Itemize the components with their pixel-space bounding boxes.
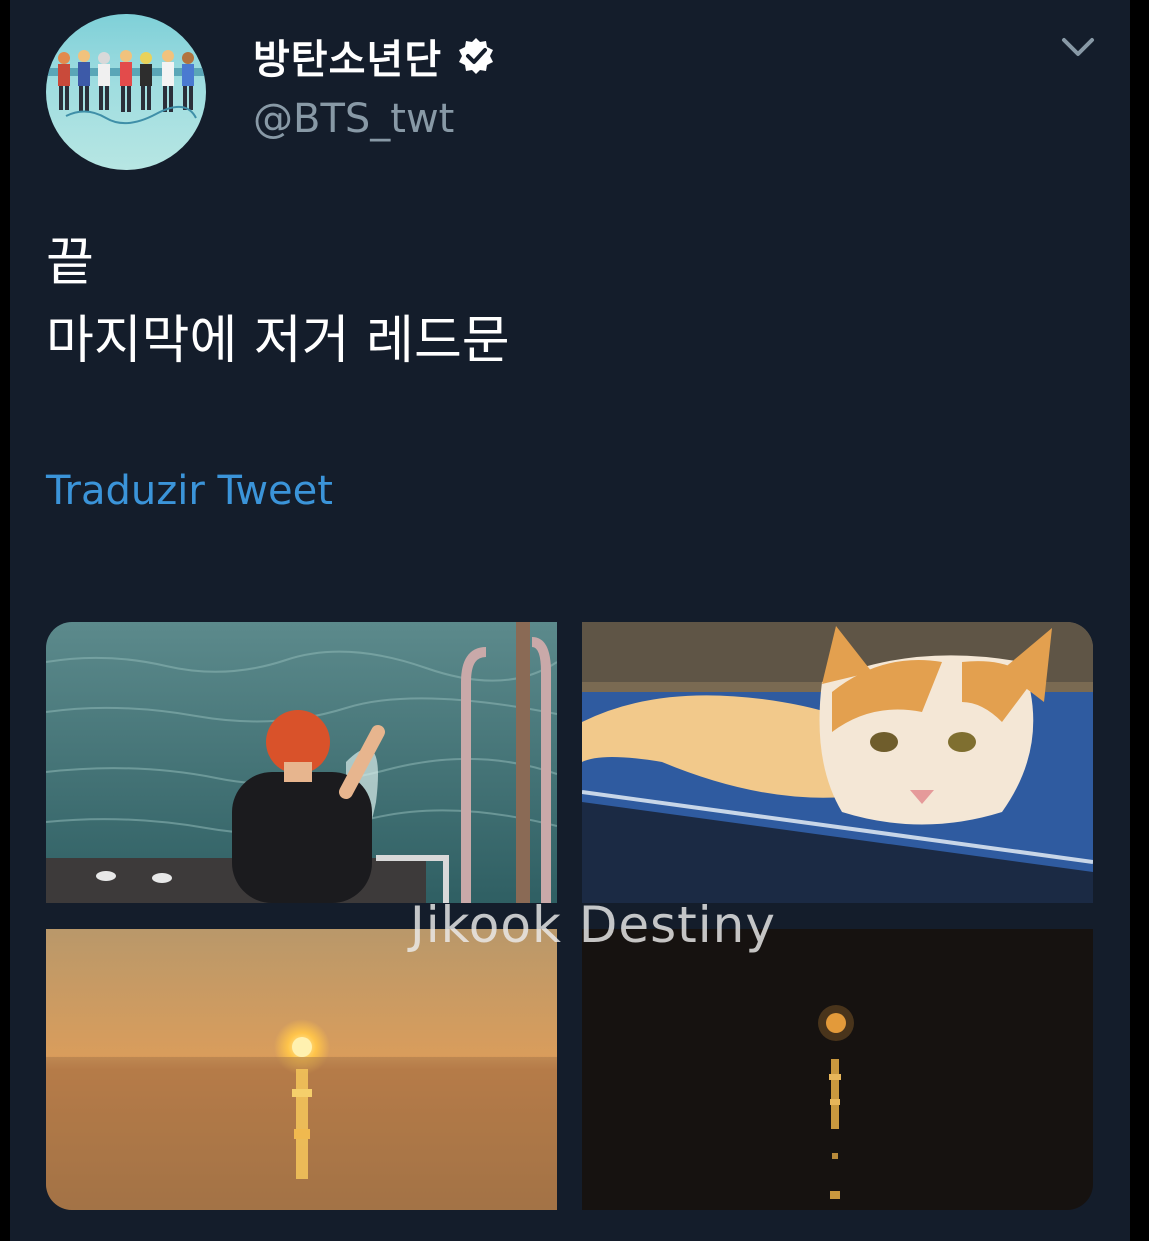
boat-sea-photo[interactable] xyxy=(46,622,557,903)
profile-avatar[interactable] xyxy=(46,14,206,170)
name-row: 방탄소년단 xyxy=(253,28,496,84)
chevron-down-icon[interactable] xyxy=(1060,32,1096,62)
display-name[interactable]: 방탄소년단 xyxy=(253,27,442,85)
tweet-text: 끝 마지막에 저거 레드문 xyxy=(46,224,510,380)
watermark-text: Jikook Destiny xyxy=(410,896,776,954)
sunset-photo[interactable] xyxy=(46,929,557,1210)
verified-badge-icon xyxy=(456,36,496,76)
red-moon-photo[interactable] xyxy=(582,929,1093,1210)
cat-photo[interactable] xyxy=(582,622,1093,903)
tweet-text-line-1: 끝 xyxy=(46,233,94,293)
translate-tweet-link[interactable]: Traduzir Tweet xyxy=(46,468,333,514)
user-handle[interactable]: @BTS_twt xyxy=(253,96,454,142)
tweet-card: 방탄소년단 @BTS_twt 끝 마지막에 저거 레드문 Traduzir Tw… xyxy=(10,0,1130,1241)
avatar-group-photo xyxy=(46,50,206,125)
tweet-text-line-2: 마지막에 저거 레드문 xyxy=(46,311,510,371)
